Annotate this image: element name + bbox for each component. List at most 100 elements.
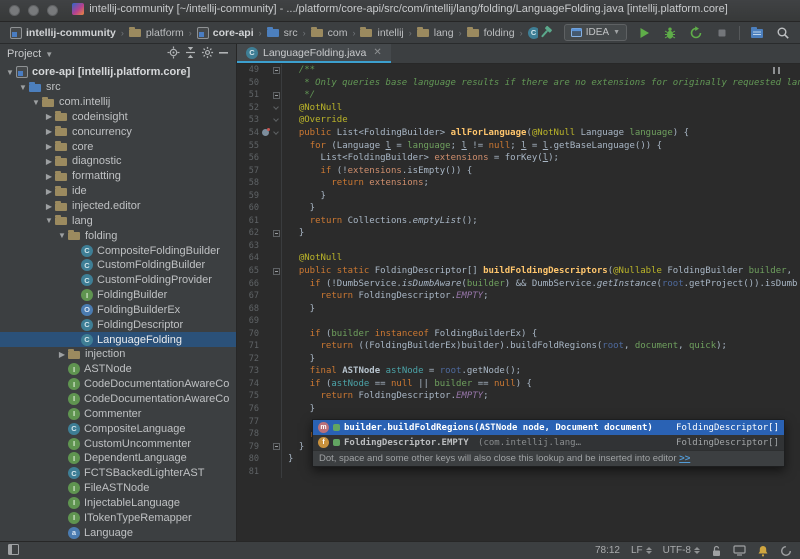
tree-item-customfoldingprovider[interactable]: C CustomFoldingProvider <box>0 273 236 288</box>
toolwindow-toggle-icon[interactable] <box>8 543 19 558</box>
tree-item-ide[interactable]: ▶ ide <box>0 184 236 199</box>
tree-item-astnode[interactable]: I ASTNode <box>0 362 236 377</box>
tree-item-fctsbackedlighterast[interactable]: C FCTSBackedLighterAST <box>0 466 236 481</box>
run-configuration-select[interactable]: IDEA ▼ <box>563 24 627 41</box>
expand-arrow-icon[interactable]: ▼ <box>43 216 55 225</box>
tree-item-languagefolding[interactable]: C LanguageFolding <box>0 332 236 348</box>
tree-item-diagnostic[interactable]: ▶ diagnostic <box>0 154 236 169</box>
expand-arrow-icon[interactable]: ▼ <box>4 68 16 77</box>
tree-item-com-intellij[interactable]: ▼ com.intellij <box>0 95 236 110</box>
coverage-icon[interactable] <box>687 24 705 42</box>
tree-item-formatting[interactable]: ▶ formatting <box>0 169 236 184</box>
tree-item-codedocumentationawareco[interactable]: I CodeDocumentationAwareCo <box>0 377 236 392</box>
tree-item-codeinsight[interactable]: ▶ codeinsight <box>0 110 236 125</box>
run-icon[interactable] <box>635 24 653 42</box>
tree-item-core[interactable]: ▶ core <box>0 139 236 154</box>
fold-marker-icon[interactable] <box>271 227 282 240</box>
locate-icon[interactable] <box>167 46 180 62</box>
completion-hint-link[interactable]: >> <box>679 453 690 464</box>
expand-arrow-icon[interactable]: ▶ <box>43 202 55 211</box>
completion-item-builder-buildfoldreg[interactable]: m builder.buildFoldRegions(ASTNode node, … <box>313 420 784 435</box>
tree-item-foldingbuilder[interactable]: I FoldingBuilder <box>0 288 236 303</box>
expand-arrow-icon[interactable]: ▶ <box>43 142 55 151</box>
tree-item-language[interactable]: a Language <box>0 525 236 540</box>
fold-marker-icon[interactable] <box>271 126 282 140</box>
tree-item-lang[interactable]: ▼ lang <box>0 213 236 228</box>
code-viewport[interactable]: 49 /** 50 * Only queries base language re… <box>237 64 800 541</box>
tree-item-foldingdescriptor[interactable]: C FoldingDescriptor <box>0 317 236 332</box>
tree-item-src[interactable]: ▼ src <box>0 80 236 95</box>
line-number: 53 <box>248 115 259 126</box>
caret-position[interactable]: 78:12 <box>595 545 620 556</box>
project-structure-icon[interactable] <box>748 24 766 42</box>
folder-icon <box>55 185 68 198</box>
zoom-window-icon[interactable] <box>47 5 58 16</box>
encoding-select[interactable]: UTF-8 <box>663 545 700 556</box>
debug-icon[interactable] <box>661 24 679 42</box>
expand-arrow-icon[interactable]: ▶ <box>43 172 55 181</box>
breadcrumb-item-intellij-community[interactable]: intellij-community <box>6 26 120 40</box>
stop-icon[interactable] <box>713 24 731 42</box>
breadcrumb-item-com[interactable]: com <box>307 25 352 40</box>
breadcrumb-item-languagefolding[interactable]: CLanguageFolding <box>524 26 538 40</box>
tree-item-dependentlanguage[interactable]: I DependentLanguage <box>0 451 236 466</box>
background-tasks-icon[interactable] <box>780 545 792 557</box>
tree-item-fileastnode[interactable]: I FileASTNode <box>0 481 236 496</box>
close-window-icon[interactable] <box>9 5 20 16</box>
tree-item-core-api-intellij-platform-core[interactable]: ▼ core-api [intellij.platform.core] <box>0 65 236 80</box>
tree-item-commenter[interactable]: I Commenter <box>0 406 236 421</box>
breadcrumb-item-folding[interactable]: folding <box>463 25 519 40</box>
collapse-all-icon[interactable] <box>184 46 197 62</box>
project-panel-title[interactable]: Project <box>7 48 41 60</box>
fold-marker-icon[interactable] <box>271 64 282 77</box>
tree-item-concurrency[interactable]: ▶ concurrency <box>0 124 236 139</box>
minimize-window-icon[interactable] <box>28 5 39 16</box>
tree-item-compositefoldingbuilder[interactable]: C CompositeFoldingBuilder <box>0 243 236 258</box>
expand-arrow-icon[interactable]: ▼ <box>30 98 42 107</box>
expand-arrow-icon[interactable]: ▶ <box>43 112 55 121</box>
chevron-down-icon[interactable]: ▼ <box>45 50 53 59</box>
expand-arrow-icon[interactable]: ▼ <box>17 83 29 92</box>
line-ending-select[interactable]: LF <box>631 545 652 556</box>
tree-item-customuncommenter[interactable]: I CustomUncommenter <box>0 436 236 451</box>
tree-item-codedocumentationawareco[interactable]: I CodeDocumentationAwareCo <box>0 392 236 407</box>
event-log-icon[interactable] <box>757 545 769 557</box>
tree-item-injected-editor[interactable]: ▶ injected.editor <box>0 199 236 214</box>
breadcrumb-item-platform[interactable]: platform <box>125 25 188 40</box>
close-tab-icon[interactable]: ✕ <box>373 47 381 58</box>
settings-gear-icon[interactable] <box>201 46 214 62</box>
expand-arrow-icon[interactable]: ▶ <box>56 350 68 359</box>
search-everywhere-icon[interactable] <box>774 24 792 42</box>
tree-item-foldingbuilderex[interactable]: O FoldingBuilderEx <box>0 303 236 318</box>
build-hammer-icon[interactable] <box>538 24 556 42</box>
fold-marker-icon[interactable] <box>271 114 282 127</box>
fold-marker-icon[interactable] <box>271 264 282 278</box>
tree-item-injectablelanguage[interactable]: I InjectableLanguage <box>0 495 236 510</box>
fold-marker-icon[interactable] <box>271 101 282 115</box>
tree-item-injection[interactable]: ▶ injection <box>0 347 236 362</box>
tab-languagefolding-java[interactable]: C LanguageFolding.java ✕ <box>237 44 391 63</box>
override-marker-icon[interactable] <box>261 127 271 140</box>
expand-arrow-icon[interactable]: ▼ <box>56 231 68 240</box>
lock-icon[interactable] <box>711 545 722 557</box>
tree-item-compositelanguage[interactable]: C CompositeLanguage <box>0 421 236 436</box>
tree-item-label: LanguageFolding <box>97 333 183 346</box>
expand-arrow-icon[interactable]: ▶ <box>43 127 55 136</box>
breadcrumb-item-intellij[interactable]: intellij <box>356 25 407 40</box>
completion-item-foldingdescriptor-em[interactable]: f FoldingDescriptor.EMPTY (com.intellij.l… <box>313 435 784 450</box>
expand-arrow-icon[interactable]: ▶ <box>43 187 55 196</box>
editor-area[interactable]: C LanguageFolding.java ✕ 49 /** 50 * Only… <box>237 44 800 541</box>
breadcrumb-item-core-api[interactable]: core-api <box>193 26 258 40</box>
ide-errors-icon[interactable] <box>733 545 746 556</box>
hide-panel-icon[interactable] <box>218 47 229 61</box>
fold-marker-icon[interactable] <box>271 440 282 453</box>
expand-arrow-icon[interactable]: ▶ <box>43 157 55 166</box>
tree-item-itokentyperemapper[interactable]: I ITokenTypeRemapper <box>0 510 236 525</box>
code-line: 54 public List<FoldingBuilder> allForLan… <box>237 126 800 140</box>
fold-marker-icon[interactable] <box>271 89 282 102</box>
tree-item-customfoldingbuilder[interactable]: C CustomFoldingBuilder <box>0 258 236 273</box>
tree-item-folding[interactable]: ▼ folding <box>0 228 236 243</box>
breadcrumb-item-src[interactable]: src <box>263 25 302 40</box>
breadcrumb-item-lang[interactable]: lang <box>413 25 458 40</box>
tree-item-label: ASTNode <box>84 363 132 376</box>
